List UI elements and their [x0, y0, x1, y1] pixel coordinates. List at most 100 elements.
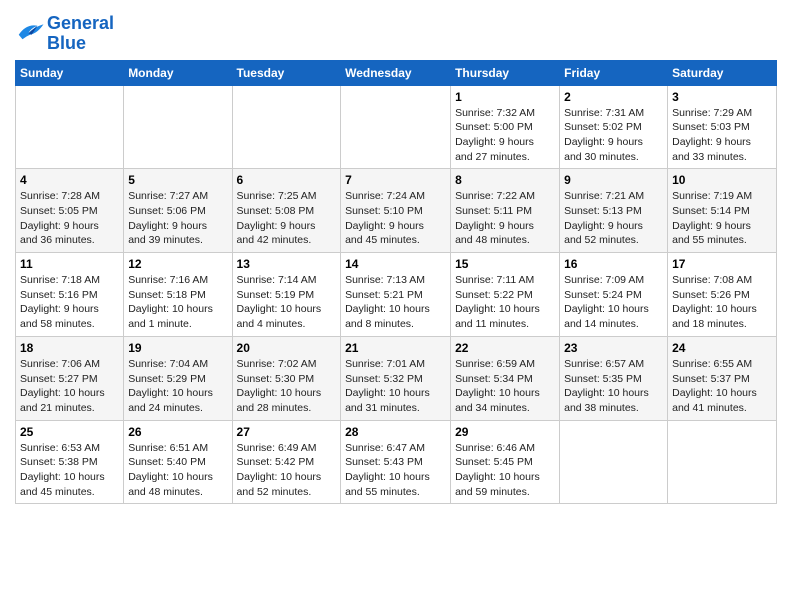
calendar-cell: 11Sunrise: 7:18 AM Sunset: 5:16 PM Dayli…	[16, 253, 124, 337]
calendar-cell: 20 Sunrise: 7:02 AM Sunset: 5:30 PM Dayli…	[232, 336, 341, 420]
logo-bird-icon	[15, 19, 45, 43]
calendar-cell: 25 Sunrise: 6:53 AM Sunset: 5:38 PM Dayli…	[16, 420, 124, 504]
day-info: Sunrise: 7:14 AM Sunset: 5:19 PM Dayligh…	[237, 273, 337, 332]
day-info: Sunrise: 6:46 AM Sunset: 5:45 PM Dayligh…	[455, 441, 555, 500]
calendar-cell: 26 Sunrise: 6:51 AM Sunset: 5:40 PM Dayli…	[124, 420, 232, 504]
day-info: Sunrise: 7:31 AM Sunset: 5:02 PM Dayligh…	[564, 106, 663, 165]
day-info: Sunrise: 7:25 AM Sunset: 5:08 PM Dayligh…	[237, 189, 337, 248]
day-info: Sunrise: 7:24 AM Sunset: 5:10 PM Dayligh…	[345, 189, 446, 248]
day-number: 13	[237, 257, 337, 271]
day-info: Sunrise: 7:13 AM Sunset: 5:21 PM Dayligh…	[345, 273, 446, 332]
day-number: 6	[237, 173, 337, 187]
day-number: 14	[345, 257, 446, 271]
day-number: 19	[128, 341, 227, 355]
calendar-cell: 18Sunrise: 7:06 AM Sunset: 5:27 PM Dayli…	[16, 336, 124, 420]
calendar-week-row: 25 Sunrise: 6:53 AM Sunset: 5:38 PM Dayli…	[16, 420, 777, 504]
day-info: Sunrise: 7:29 AM Sunset: 5:03 PM Dayligh…	[672, 106, 772, 165]
day-number: 18	[20, 341, 119, 355]
day-number: 22	[455, 341, 555, 355]
day-number: 25	[20, 425, 119, 439]
weekday-header: Thursday	[451, 60, 560, 85]
day-info: Sunrise: 7:04 AM Sunset: 5:29 PM Dayligh…	[128, 357, 227, 416]
calendar-week-row: 1 Sunrise: 7:32 AM Sunset: 5:00 PM Daylig…	[16, 85, 777, 169]
day-number: 7	[345, 173, 446, 187]
calendar-cell	[341, 85, 451, 169]
day-number: 29	[455, 425, 555, 439]
day-number: 23	[564, 341, 663, 355]
calendar-header: SundayMondayTuesdayWednesdayThursdayFrid…	[16, 60, 777, 85]
day-number: 1	[455, 90, 555, 104]
calendar-cell: 12 Sunrise: 7:16 AM Sunset: 5:18 PM Dayli…	[124, 253, 232, 337]
calendar-cell	[560, 420, 668, 504]
day-number: 27	[237, 425, 337, 439]
day-number: 21	[345, 341, 446, 355]
calendar-cell: 22 Sunrise: 6:59 AM Sunset: 5:34 PM Dayli…	[451, 336, 560, 420]
calendar-body: 1 Sunrise: 7:32 AM Sunset: 5:00 PM Daylig…	[16, 85, 777, 504]
day-info: Sunrise: 7:27 AM Sunset: 5:06 PM Dayligh…	[128, 189, 227, 248]
calendar-cell: 13 Sunrise: 7:14 AM Sunset: 5:19 PM Dayli…	[232, 253, 341, 337]
calendar-cell: 27 Sunrise: 6:49 AM Sunset: 5:42 PM Dayli…	[232, 420, 341, 504]
day-number: 8	[455, 173, 555, 187]
day-number: 20	[237, 341, 337, 355]
day-number: 26	[128, 425, 227, 439]
calendar-cell: 29 Sunrise: 6:46 AM Sunset: 5:45 PM Dayli…	[451, 420, 560, 504]
day-number: 10	[672, 173, 772, 187]
calendar-cell: 28Sunrise: 6:47 AM Sunset: 5:43 PM Dayli…	[341, 420, 451, 504]
day-info: Sunrise: 6:51 AM Sunset: 5:40 PM Dayligh…	[128, 441, 227, 500]
page-header: GeneralBlue	[15, 10, 777, 54]
day-number: 3	[672, 90, 772, 104]
day-info: Sunrise: 7:21 AM Sunset: 5:13 PM Dayligh…	[564, 189, 663, 248]
day-info: Sunrise: 6:49 AM Sunset: 5:42 PM Dayligh…	[237, 441, 337, 500]
day-info: Sunrise: 7:28 AM Sunset: 5:05 PM Dayligh…	[20, 189, 119, 248]
day-number: 12	[128, 257, 227, 271]
day-info: Sunrise: 7:32 AM Sunset: 5:00 PM Dayligh…	[455, 106, 555, 165]
day-info: Sunrise: 7:08 AM Sunset: 5:26 PM Dayligh…	[672, 273, 772, 332]
day-info: Sunrise: 7:11 AM Sunset: 5:22 PM Dayligh…	[455, 273, 555, 332]
day-info: Sunrise: 6:53 AM Sunset: 5:38 PM Dayligh…	[20, 441, 119, 500]
calendar-cell: 4 Sunrise: 7:28 AM Sunset: 5:05 PM Daylig…	[16, 169, 124, 253]
weekday-header: Wednesday	[341, 60, 451, 85]
day-info: Sunrise: 7:18 AM Sunset: 5:16 PM Dayligh…	[20, 273, 119, 332]
weekday-header: Sunday	[16, 60, 124, 85]
calendar-cell: 2 Sunrise: 7:31 AM Sunset: 5:02 PM Daylig…	[560, 85, 668, 169]
day-info: Sunrise: 6:55 AM Sunset: 5:37 PM Dayligh…	[672, 357, 772, 416]
day-number: 28	[345, 425, 446, 439]
calendar-cell: 21 Sunrise: 7:01 AM Sunset: 5:32 PM Dayli…	[341, 336, 451, 420]
calendar-cell: 17 Sunrise: 7:08 AM Sunset: 5:26 PM Dayli…	[668, 253, 777, 337]
calendar-cell: 9 Sunrise: 7:21 AM Sunset: 5:13 PM Daylig…	[560, 169, 668, 253]
logo-text: GeneralBlue	[47, 14, 114, 54]
day-number: 15	[455, 257, 555, 271]
calendar-cell	[16, 85, 124, 169]
calendar-cell: 1 Sunrise: 7:32 AM Sunset: 5:00 PM Daylig…	[451, 85, 560, 169]
weekday-header: Saturday	[668, 60, 777, 85]
calendar-cell: 24 Sunrise: 6:55 AM Sunset: 5:37 PM Dayli…	[668, 336, 777, 420]
day-info: Sunrise: 7:09 AM Sunset: 5:24 PM Dayligh…	[564, 273, 663, 332]
day-number: 4	[20, 173, 119, 187]
calendar-week-row: 18Sunrise: 7:06 AM Sunset: 5:27 PM Dayli…	[16, 336, 777, 420]
calendar-cell: 3 Sunrise: 7:29 AM Sunset: 5:03 PM Daylig…	[668, 85, 777, 169]
day-number: 17	[672, 257, 772, 271]
calendar-cell: 8 Sunrise: 7:22 AM Sunset: 5:11 PM Daylig…	[451, 169, 560, 253]
logo: GeneralBlue	[15, 14, 114, 54]
calendar-cell: 15 Sunrise: 7:11 AM Sunset: 5:22 PM Dayli…	[451, 253, 560, 337]
day-info: Sunrise: 7:02 AM Sunset: 5:30 PM Dayligh…	[237, 357, 337, 416]
day-number: 5	[128, 173, 227, 187]
day-info: Sunrise: 6:59 AM Sunset: 5:34 PM Dayligh…	[455, 357, 555, 416]
day-info: Sunrise: 7:01 AM Sunset: 5:32 PM Dayligh…	[345, 357, 446, 416]
day-info: Sunrise: 7:19 AM Sunset: 5:14 PM Dayligh…	[672, 189, 772, 248]
calendar-cell	[668, 420, 777, 504]
weekday-header: Monday	[124, 60, 232, 85]
calendar-week-row: 4 Sunrise: 7:28 AM Sunset: 5:05 PM Daylig…	[16, 169, 777, 253]
day-info: Sunrise: 7:16 AM Sunset: 5:18 PM Dayligh…	[128, 273, 227, 332]
day-info: Sunrise: 7:22 AM Sunset: 5:11 PM Dayligh…	[455, 189, 555, 248]
calendar-cell: 6 Sunrise: 7:25 AM Sunset: 5:08 PM Daylig…	[232, 169, 341, 253]
day-number: 24	[672, 341, 772, 355]
calendar-cell: 14 Sunrise: 7:13 AM Sunset: 5:21 PM Dayli…	[341, 253, 451, 337]
day-number: 2	[564, 90, 663, 104]
day-number: 16	[564, 257, 663, 271]
calendar-cell	[232, 85, 341, 169]
day-info: Sunrise: 6:57 AM Sunset: 5:35 PM Dayligh…	[564, 357, 663, 416]
day-number: 9	[564, 173, 663, 187]
weekday-header-row: SundayMondayTuesdayWednesdayThursdayFrid…	[16, 60, 777, 85]
calendar-cell: 10 Sunrise: 7:19 AM Sunset: 5:14 PM Dayli…	[668, 169, 777, 253]
